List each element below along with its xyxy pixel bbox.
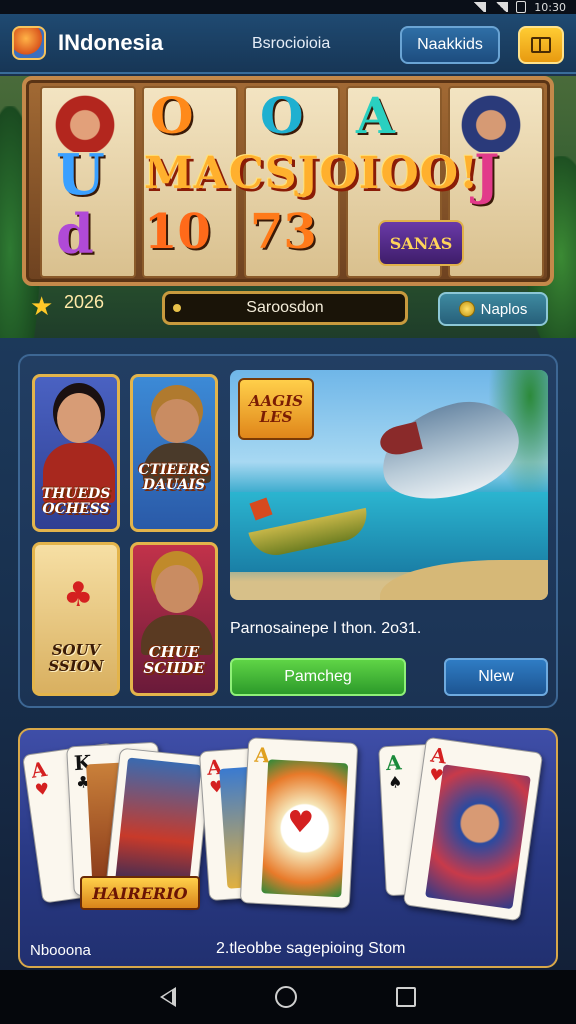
reel-symbol: A (356, 86, 395, 145)
view-button[interactable]: Nlew (444, 658, 548, 696)
coins-label: Naplos (480, 300, 528, 318)
back-icon[interactable] (159, 987, 176, 1007)
header-action-button[interactable]: Naakkids (400, 26, 500, 64)
playing-card[interactable]: A ♥ (402, 736, 544, 922)
app-title: INdonesia (58, 30, 164, 55)
featured-caption: Parnosainepe l thon. 2o31. (230, 620, 422, 637)
progress-bar[interactable]: Saroosdon (162, 291, 408, 325)
tile-character (155, 565, 199, 613)
sands-badge: SANAS (378, 220, 464, 266)
home-icon[interactable] (274, 986, 297, 1008)
reel-symbol: 73 (250, 204, 317, 260)
heart-icon: ♥ (33, 778, 51, 800)
featured-game-banner[interactable]: AAGIS LES (230, 370, 548, 600)
reel-symbol: U (56, 142, 105, 208)
status-time: 10:30 (534, 0, 566, 14)
game-tile[interactable]: ♣ SOUV SSION (32, 542, 120, 696)
menu-button[interactable] (518, 26, 564, 64)
battery-icon (516, 1, 527, 13)
heart-icon: ♥ (286, 804, 315, 841)
coins-button[interactable]: Naplos (438, 292, 548, 326)
wifi-icon (494, 2, 509, 12)
game-tile[interactable]: CHUE SCIIDE (130, 542, 218, 696)
jackpot-title: MACSJOIOO! (144, 148, 480, 199)
card-art (114, 757, 202, 895)
playing-card[interactable]: A ♥ (239, 737, 359, 909)
app-logo-icon[interactable] (12, 26, 46, 60)
spade-icon: ♣ (63, 575, 94, 615)
card-games-panel[interactable]: A ♥ K ♣ A ♥ A ♥ A ♠ A ♥ (18, 728, 558, 968)
card-games-right-label: 2.tleobbe sagepioing Stom (216, 940, 406, 957)
reel-symbol: O (260, 86, 304, 145)
spade-icon: ♠ (387, 772, 403, 793)
slot-machine-frame: U d O 10 O 73 A J MACSJOIOO! SANAS (22, 76, 554, 286)
progress-label: Saroosdon (246, 299, 324, 316)
game-tile-label: SOUV SSION (48, 641, 104, 675)
reel-symbol: 10 (144, 204, 211, 260)
card-game-badge: HAIRERIO (80, 876, 200, 910)
tile-character (155, 399, 199, 443)
play-button[interactable]: Pamcheg (230, 658, 406, 696)
status-bar: 10:30 (0, 0, 576, 14)
game-tile-label: THUEDS OCHESS (41, 486, 111, 517)
recent-apps-icon[interactable] (396, 987, 417, 1007)
tile-character (57, 393, 101, 443)
star-icon: ★ (30, 292, 54, 322)
book-icon (531, 37, 551, 53)
year-label: 2026 (64, 292, 105, 312)
game-tile[interactable]: CTIEERS DAUAIS (130, 374, 218, 532)
top-header: INdonesia Bsrocioioia Naakkids (0, 14, 576, 74)
featured-game-logo: AAGIS LES (238, 378, 314, 440)
progress-indicator (173, 304, 181, 312)
game-tile-label: CHUE SCIIDE (143, 643, 205, 677)
coin-icon (458, 301, 475, 317)
reel-symbol: d (56, 202, 94, 266)
header-center-text[interactable]: Bsrocioioia (252, 35, 330, 53)
reel-symbol: O (150, 86, 194, 145)
games-panel: THUEDS OCHESS CTIEERS DAUAIS ♣ SOUV SSIO… (18, 354, 558, 708)
game-tile[interactable]: THUEDS OCHESS (32, 374, 120, 532)
game-tile-label: CTIEERS DAUAIS (138, 462, 210, 493)
navigation-bar (0, 970, 576, 1024)
card-games-left-label: Nbooona (30, 942, 91, 959)
card-art (425, 764, 531, 910)
signal-icon (472, 2, 487, 12)
